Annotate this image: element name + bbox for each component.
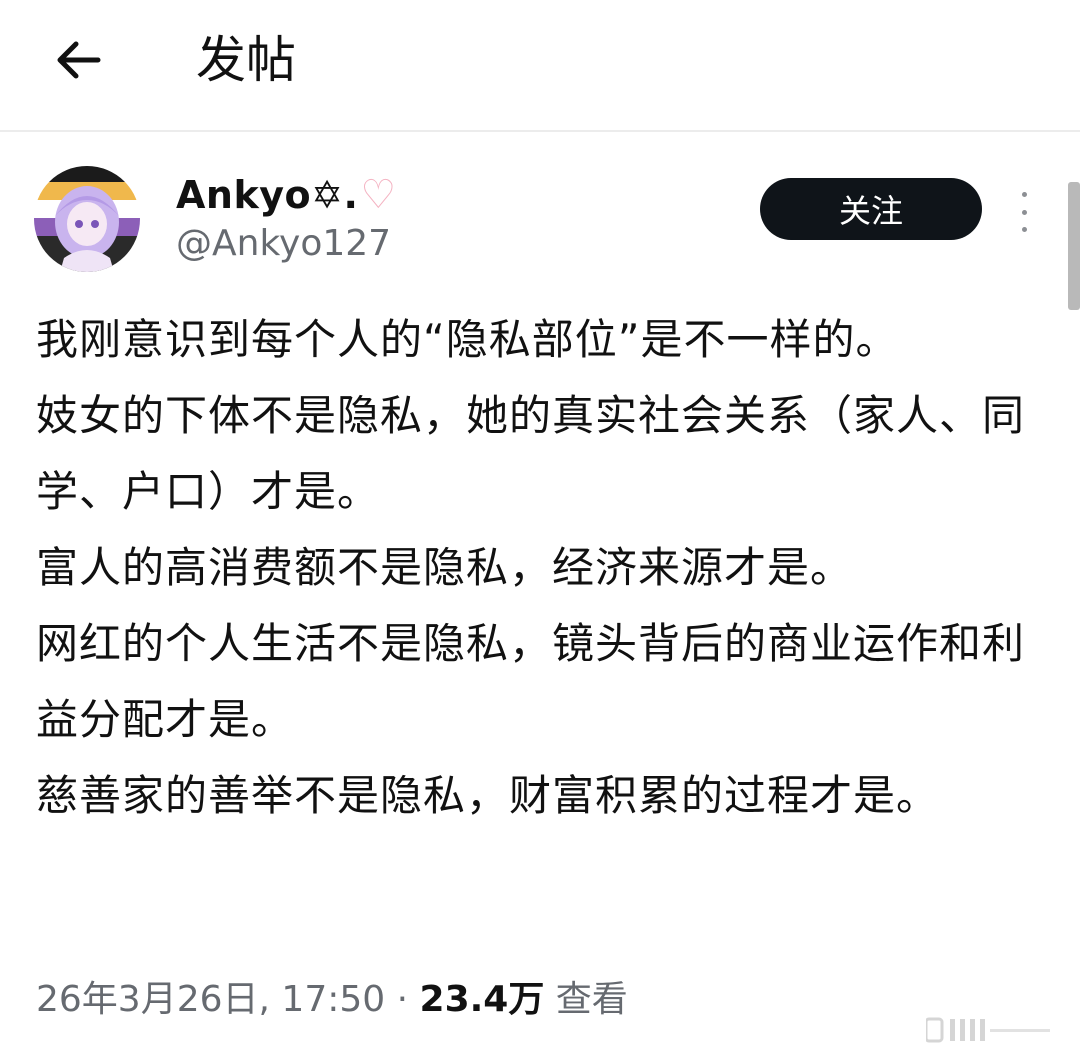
post-paragraph: 慈善家的善举不是隐私，财富积累的过程才是。 — [36, 771, 940, 820]
page-title: 发帖 — [196, 31, 296, 89]
author-handle[interactable]: @Ankyo127 — [176, 218, 391, 270]
author-name-text: Ankyo — [176, 173, 312, 217]
dot — [1021, 227, 1027, 232]
meta-separator: · — [396, 979, 409, 1020]
author-display-name[interactable]: Ankyo✡.♡ — [176, 166, 397, 224]
view-count: 23.4万 — [419, 979, 545, 1020]
watermark-logo — [926, 1017, 1056, 1043]
post-paragraph: 网红的个人生活不是隐私，镜头背后的商业运作和利益分配才是。 — [36, 619, 1026, 744]
views-label: 查看 — [555, 979, 628, 1020]
post-paragraph: 我刚意识到每个人的“隐私部位”是不一样的。 — [36, 315, 899, 364]
post-body: 我刚意识到每个人的“隐私部位”是不一样的。 妓女的下体不是隐私，她的真实社会关系… — [36, 302, 1026, 834]
post-paragraph: 富人的高消费额不是隐私，经济来源才是。 — [36, 543, 854, 592]
heart-icon: ♡ — [360, 172, 397, 218]
arrow-left-icon — [57, 41, 101, 79]
more-vertical-icon[interactable] — [1012, 192, 1036, 232]
post-meta: 26年3月26日, 17:50 · 23.4万 查看 — [36, 972, 628, 1028]
follow-button[interactable]: 关注 — [760, 178, 982, 240]
author-name-suffix: ✡. — [311, 173, 359, 217]
scrollbar-thumb[interactable] — [1068, 182, 1080, 310]
post-timestamp[interactable]: 26年3月26日, 17:50 — [36, 979, 385, 1020]
dot — [1021, 209, 1027, 215]
back-button[interactable] — [48, 28, 108, 92]
post-paragraph: 妓女的下体不是隐私，她的真实社会关系（家人、同学、户口）才是。 — [36, 391, 1026, 516]
dot — [1021, 192, 1027, 197]
top-bar: 发帖 — [0, 0, 1080, 132]
avatar[interactable] — [34, 166, 140, 272]
